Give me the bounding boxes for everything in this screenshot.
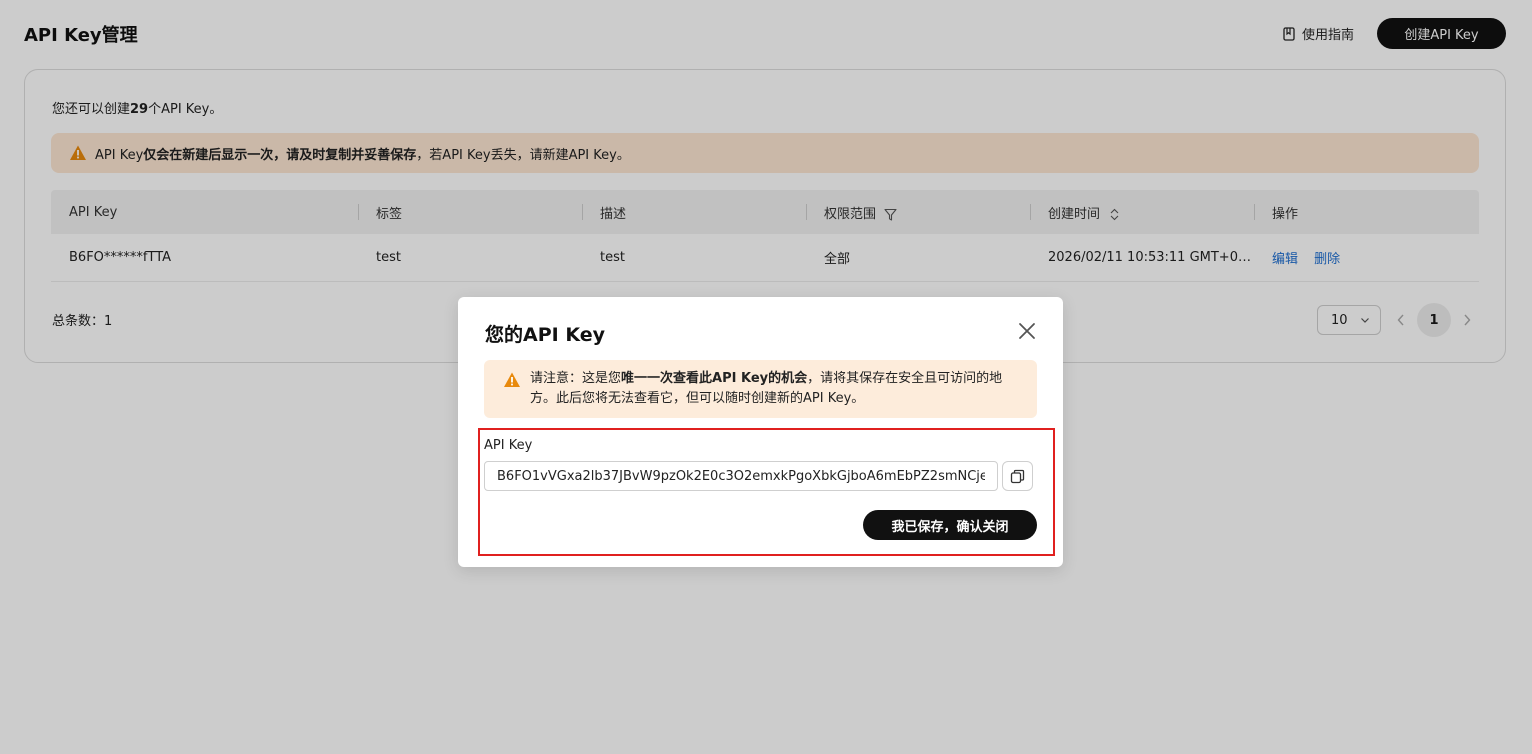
api-key-dialog: 您的API Key 请注意：这是您唯一一次查看此API Key的机会，请将其保存… [458,297,1063,567]
close-icon[interactable] [1017,321,1037,341]
note-bold: 唯一一次查看此API Key的机会 [621,371,808,386]
warning-icon [504,372,520,387]
api-key-field[interactable] [484,461,998,491]
copy-icon [1010,469,1025,483]
dialog-warning-note: 请注意：这是您唯一一次查看此API Key的机会，请将其保存在安全且可访问的地方… [484,360,1037,418]
dialog-title: 您的API Key [485,324,605,346]
confirm-close-button[interactable]: 我已保存，确认关闭 [863,510,1037,540]
note-prefix: 请注意：这是您 [530,371,622,386]
api-key-field-label: API Key [484,438,533,453]
copy-button[interactable] [1002,461,1033,491]
